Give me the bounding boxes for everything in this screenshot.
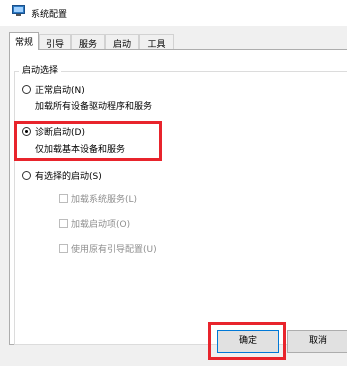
- tab-services[interactable]: 服务: [71, 34, 105, 50]
- highlight-box-ok: [208, 322, 286, 360]
- tab-boot[interactable]: 引导: [39, 34, 71, 50]
- normal-startup-label[interactable]: 正常启动(N): [35, 83, 85, 96]
- load-startup-items-checkbox[interactable]: [59, 219, 68, 228]
- use-original-boot-config-checkbox[interactable]: [59, 244, 68, 253]
- highlight-box-diagnostic: [14, 121, 162, 161]
- title-bar: 系统配置: [0, 0, 347, 26]
- tab-startup[interactable]: 启动: [105, 34, 139, 50]
- group-label: 启动选择: [19, 63, 62, 76]
- tab-general[interactable]: 常规: [9, 32, 39, 50]
- load-startup-items-label[interactable]: 加载启动项(O): [71, 217, 130, 230]
- tab-tools[interactable]: 工具: [139, 34, 174, 50]
- load-system-services-checkbox[interactable]: [59, 194, 68, 203]
- window-title: 系统配置: [31, 10, 68, 20]
- cancel-button[interactable]: 取消: [287, 330, 347, 353]
- normal-startup-description: 加载所有设备驱动程序和服务: [35, 102, 153, 112]
- normal-startup-radio[interactable]: [22, 85, 31, 94]
- selective-startup-label[interactable]: 有选择的启动(S): [35, 169, 102, 182]
- window-body: 常规 引导 服务 启动 工具 启动选择 正常启动(N) 加载所有设备驱动程序和服…: [0, 26, 347, 366]
- load-system-services-label[interactable]: 加载系统服务(L): [71, 192, 137, 205]
- use-original-boot-config-label[interactable]: 使用原有引导配置(U): [71, 242, 157, 255]
- selective-startup-radio[interactable]: [22, 171, 31, 180]
- startup-selection-group: [14, 71, 347, 345]
- system-config-icon: [12, 5, 25, 16]
